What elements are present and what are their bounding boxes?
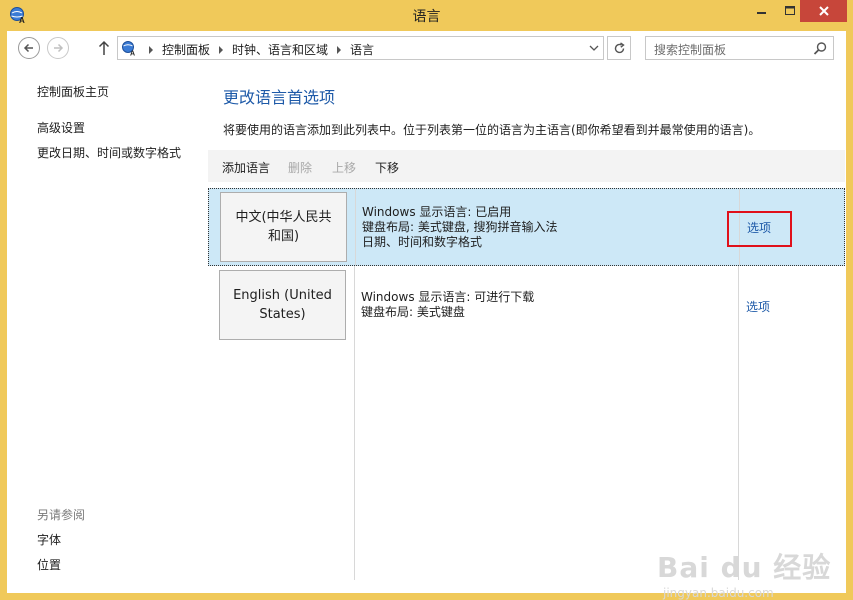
breadcrumb-control-panel[interactable]: 控制面板 xyxy=(162,41,210,58)
forward-arrow-icon xyxy=(54,43,64,53)
divider xyxy=(738,266,739,580)
window-title: 语言 xyxy=(412,9,441,25)
breadcrumb-separator-icon[interactable] xyxy=(337,45,342,54)
refresh-icon xyxy=(614,41,625,53)
back-button[interactable] xyxy=(18,37,40,59)
maximize-icon xyxy=(784,6,795,15)
language-toolbar: 添加语言 删除 上移 下移 xyxy=(208,150,845,182)
red-highlight-box xyxy=(727,211,792,247)
move-up-button[interactable]: 上移 xyxy=(332,159,356,176)
breadcrumb-separator-icon[interactable] xyxy=(219,45,224,54)
refresh-button[interactable] xyxy=(607,36,631,60)
close-icon xyxy=(818,6,829,16)
breadcrumb-separator-icon[interactable] xyxy=(149,45,153,54)
page-description: 将要使用的语言添加到此列表中。位于列表第一位的语言为主语言(即你希望看到并最常使… xyxy=(223,123,761,137)
control-panel-home-link[interactable]: 控制面板主页 xyxy=(37,83,109,100)
search-icon[interactable] xyxy=(813,41,828,56)
minimize-button[interactable] xyxy=(748,0,775,22)
divider xyxy=(354,266,355,580)
up-arrow-icon[interactable] xyxy=(96,39,112,57)
back-arrow-icon xyxy=(23,43,33,53)
chevron-down-icon[interactable] xyxy=(587,40,601,56)
language-info-line: Windows 显示语言: 已启用 xyxy=(362,205,512,219)
baidu-watermark: Bai du 经验 jingyan.baidu.com xyxy=(657,546,831,600)
language-tile-chinese[interactable]: 中文(中华人民共 和国) xyxy=(220,192,347,262)
address-toolbar: A 控制面板 时钟、语言和区域 语言 搜索控制面板 xyxy=(7,31,846,67)
language-info-line: 键盘布局: 美式键盘 xyxy=(361,305,465,319)
language-info: Windows 显示语言: 可进行下载 键盘布局: 美式键盘 xyxy=(361,290,534,320)
language-row-english[interactable]: English (United States) Windows 显示语言: 可进… xyxy=(208,266,845,580)
breadcrumb-language[interactable]: 语言 xyxy=(350,41,374,58)
svg-text:A: A xyxy=(130,51,135,57)
maximize-button[interactable] xyxy=(776,0,803,22)
language-info-line: Windows 显示语言: 可进行下载 xyxy=(361,290,535,304)
remove-button[interactable]: 删除 xyxy=(288,159,312,176)
title-bar[interactable]: A 语言 xyxy=(0,0,853,31)
language-tile-english[interactable]: English (United States) xyxy=(219,270,346,340)
advanced-settings-link[interactable]: 高级设置 xyxy=(37,119,85,136)
watermark-brand: Bai du 经验 xyxy=(657,551,832,584)
location-link[interactable]: 位置 xyxy=(37,556,61,573)
content-area: A 控制面板 时钟、语言和区域 语言 搜索控制面板 控制面板主页 高级设置 更改… xyxy=(7,31,846,600)
search-box[interactable]: 搜索控制面板 xyxy=(645,36,834,60)
left-pane: 控制面板主页 高级设置 更改日期、时间或数字格式 另请参阅 字体 位置 xyxy=(7,67,207,593)
forward-button[interactable] xyxy=(47,37,69,59)
language-name-line2: 和国) xyxy=(267,229,300,244)
language-info: Windows 显示语言: 已启用 键盘布局: 美式键盘, 搜狗拼音输入法 日期… xyxy=(362,205,558,250)
watermark-url: jingyan.baidu.com xyxy=(663,586,774,600)
fonts-link[interactable]: 字体 xyxy=(37,531,61,548)
minimize-icon xyxy=(756,12,766,14)
divider xyxy=(355,189,356,265)
close-button[interactable] xyxy=(800,0,847,22)
add-language-button[interactable]: 添加语言 xyxy=(222,159,270,176)
options-link-english[interactable]: 选项 xyxy=(746,298,770,315)
breadcrumb-clock-language-region[interactable]: 时钟、语言和区域 xyxy=(232,41,328,58)
address-bar[interactable]: A 控制面板 时钟、语言和区域 语言 xyxy=(117,36,604,60)
search-placeholder[interactable]: 搜索控制面板 xyxy=(654,41,726,58)
move-down-button[interactable]: 下移 xyxy=(375,159,399,176)
page-title: 更改语言首选项 xyxy=(223,88,336,107)
breadcrumb: 控制面板 时钟、语言和区域 语言 xyxy=(140,41,374,58)
change-date-time-format-link[interactable]: 更改日期、时间或数字格式 xyxy=(37,144,181,161)
language-info-line: 键盘布局: 美式键盘, 搜狗拼音输入法 xyxy=(362,220,558,234)
language-info-line: 日期、时间和数字格式 xyxy=(362,235,483,249)
language-name-line2: States) xyxy=(259,307,306,322)
language-row-chinese[interactable]: 中文(中华人民共 和国) Windows 显示语言: 已启用 键盘布局: 美式键… xyxy=(208,188,845,266)
language-location-icon: A xyxy=(122,41,135,57)
language-name-line1: 中文(中华人民共 xyxy=(235,210,332,225)
window: A 语言 A 控制面板 时钟、语言和区域 语言 搜索控制面板 控制面板主页 高级… xyxy=(0,0,853,600)
see-also-heading: 另请参阅 xyxy=(37,508,86,522)
language-name-line1: English (United xyxy=(233,288,332,303)
